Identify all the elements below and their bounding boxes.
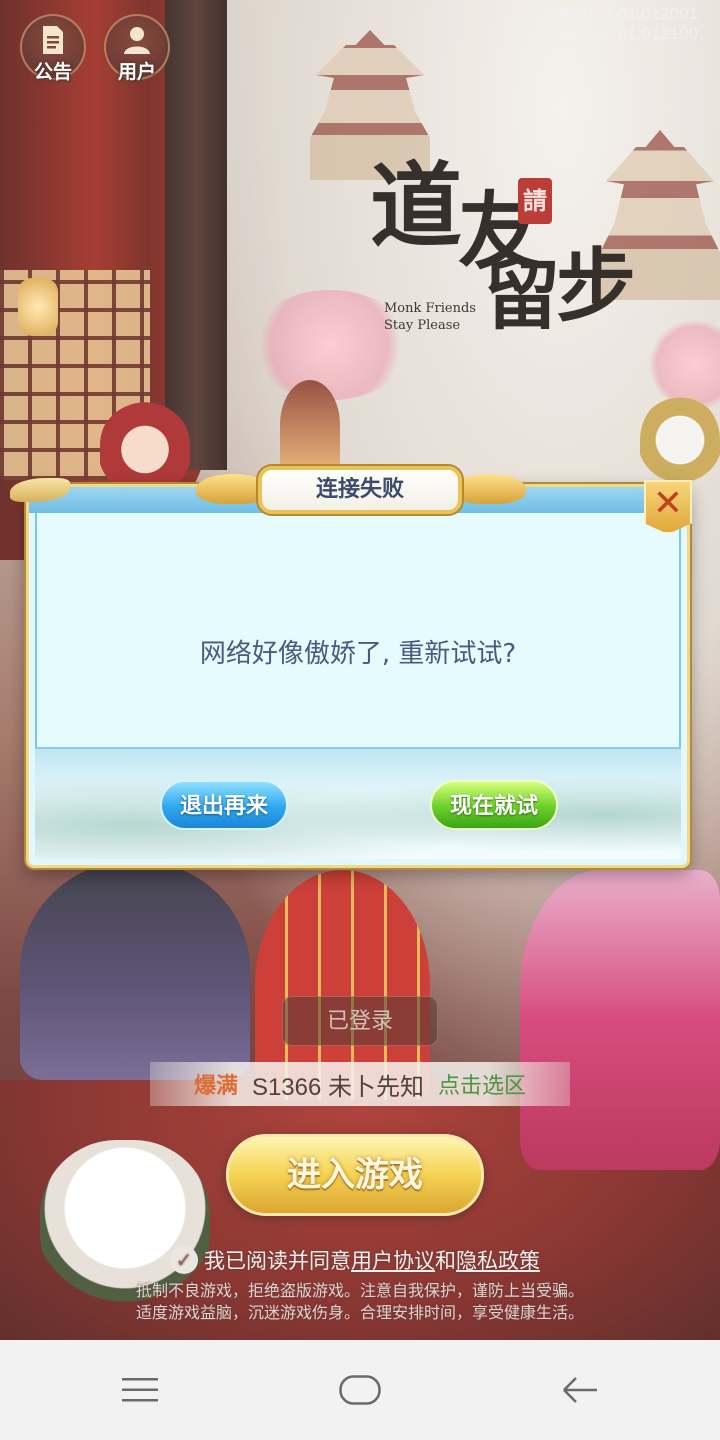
dialog-message: 网络好像傲娇了, 重新试试? [199, 639, 517, 669]
quit-button[interactable]: 退出再来 [160, 780, 288, 830]
menu-button[interactable] [110, 1370, 170, 1410]
ornament-wing [452, 474, 526, 504]
dialog-footer [35, 747, 681, 859]
retry-button[interactable]: 现在就试 [430, 780, 558, 830]
dialog-body: 网络好像傲娇了, 重新试试? [35, 513, 681, 747]
home-icon [339, 1375, 381, 1405]
back-icon [563, 1377, 597, 1403]
close-button[interactable]: ✕ [644, 480, 692, 534]
dialog-title: 连接失败 [258, 466, 462, 514]
close-icon: ✕ [652, 483, 684, 524]
system-nav-bar [0, 1340, 720, 1440]
back-button[interactable] [550, 1370, 610, 1410]
home-button[interactable] [330, 1370, 390, 1410]
connection-failed-dialog: 网络好像傲娇了, 重新试试? [26, 484, 690, 868]
menu-icon [122, 1378, 158, 1402]
